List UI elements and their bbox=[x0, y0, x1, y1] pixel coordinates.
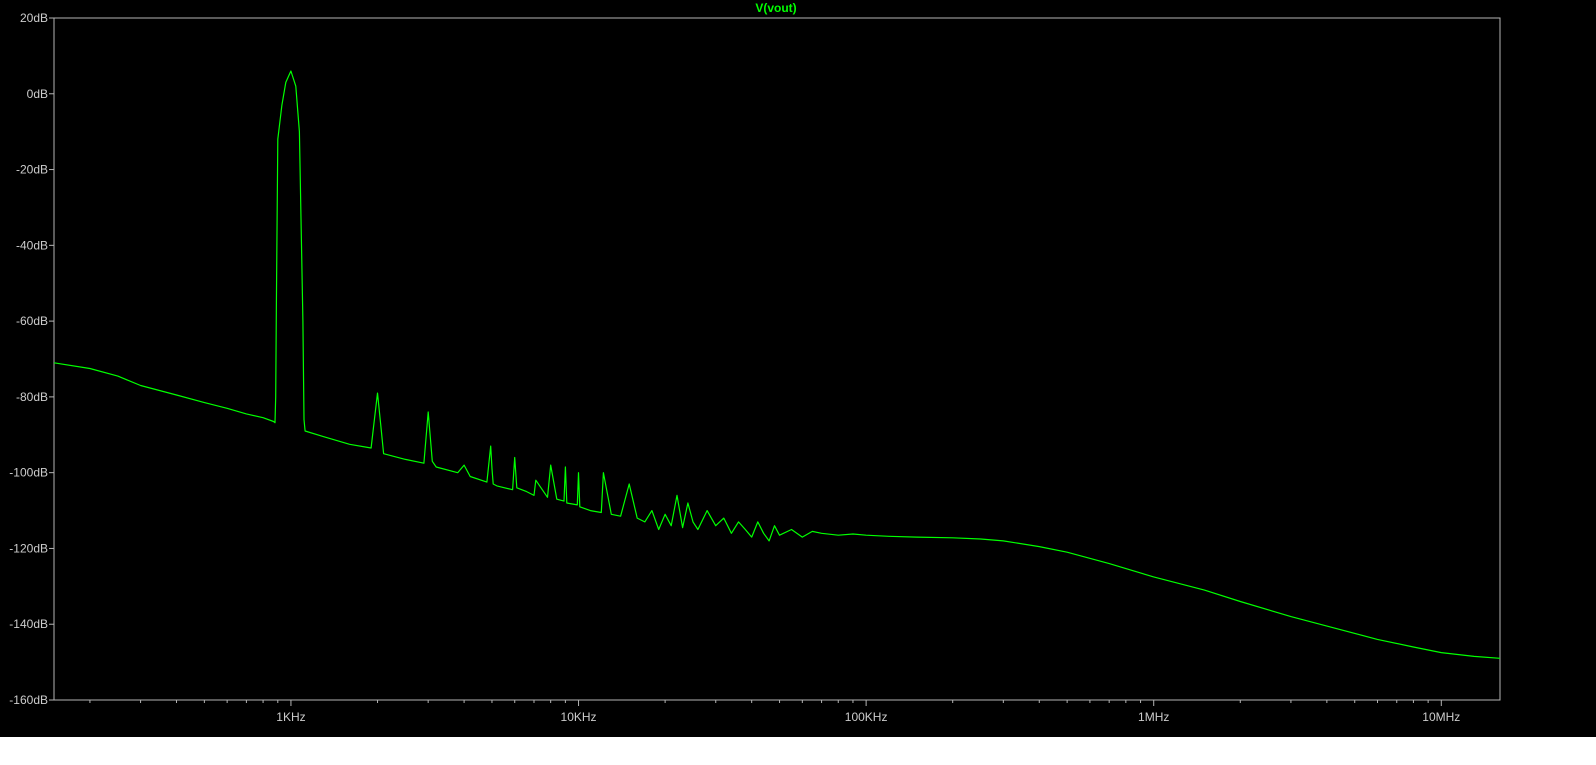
plot-background bbox=[0, 0, 1596, 765]
y-tick-label: 0dB bbox=[27, 87, 48, 101]
y-tick-label: -100dB bbox=[9, 466, 48, 480]
y-tick-label: -20dB bbox=[16, 163, 48, 177]
trace-title[interactable]: V(vout) bbox=[755, 1, 796, 15]
waveform-viewer: V(vout) 20dB 0dB -20dB -40dB -60dB -80dB -100d… bbox=[0, 0, 1596, 765]
y-tick-label: -140dB bbox=[9, 617, 48, 631]
x-tick-label: 1KHz bbox=[276, 710, 305, 724]
y-tick-label: -80dB bbox=[16, 390, 48, 404]
y-tick-label: -120dB bbox=[9, 541, 48, 555]
x-tick-label: 10MHz bbox=[1422, 710, 1460, 724]
spectrum-plot[interactable]: V(vout) 20dB 0dB -20dB -40dB -60dB -80dB -100d… bbox=[0, 0, 1596, 765]
y-tick-label: -40dB bbox=[16, 238, 48, 252]
x-tick-label: 1MHz bbox=[1138, 710, 1169, 724]
y-tick-label: 20dB bbox=[20, 11, 48, 25]
x-tick-label: 100KHz bbox=[845, 710, 888, 724]
status-strip bbox=[0, 737, 1596, 765]
x-tick-label: 10KHz bbox=[561, 710, 597, 724]
y-tick-label: -60dB bbox=[16, 314, 48, 328]
y-tick-label: -160dB bbox=[9, 693, 48, 707]
